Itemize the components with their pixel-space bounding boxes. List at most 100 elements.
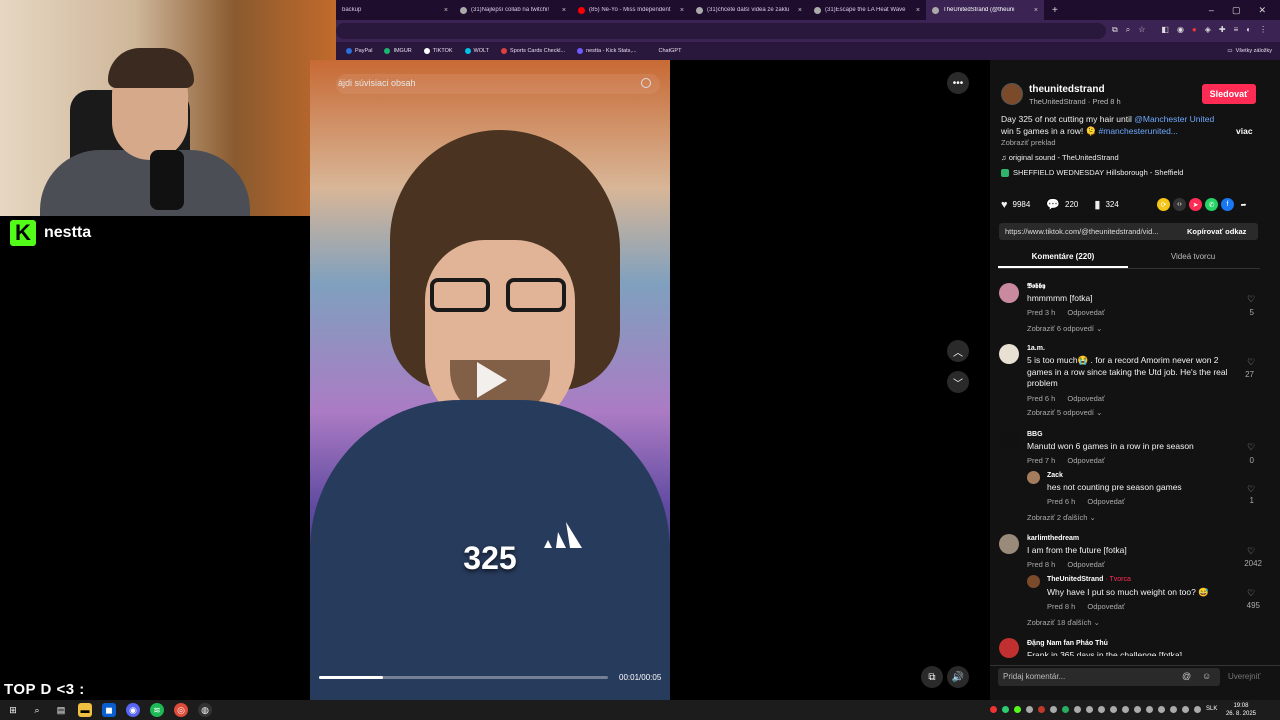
reply-user[interactable]: TheUnitedStrand · Tvorca [1047, 576, 1131, 583]
view-more-replies-button[interactable]: Zobraziť 18 ďalších ⌄ [1027, 618, 1100, 627]
whatsapp-icon[interactable]: ✆ [1205, 198, 1218, 211]
chrome-icon[interactable]: ◎ [174, 703, 188, 717]
reply-button[interactable]: Odpovedať [1087, 497, 1124, 506]
publish-button[interactable]: Uverejniť [1228, 672, 1260, 681]
browser-tab[interactable]: (31)Escape the LA Heat Wave × [808, 0, 926, 20]
bookmark[interactable]: TIKTOK [423, 48, 453, 54]
reply-button[interactable]: Odpovedať [1067, 560, 1104, 569]
heart-icon[interactable]: ♡ [1244, 357, 1258, 368]
tray-icon[interactable] [1074, 706, 1081, 713]
store-icon[interactable]: ◼ [102, 703, 116, 717]
search-icon[interactable] [641, 78, 651, 88]
post-link-url[interactable]: https://www.tiktok.com/@theunitedstrand/… [1005, 227, 1177, 236]
author-handle[interactable]: theunitedstrand [1029, 84, 1105, 95]
avatar[interactable] [1027, 471, 1040, 484]
close-icon[interactable]: × [798, 7, 802, 14]
like-button[interactable]: ♥ 9984 [1001, 199, 1030, 211]
puzzle-icon[interactable]: ✚ [1219, 25, 1226, 35]
heart-icon[interactable]: ♡ [1244, 546, 1258, 557]
extension-icon[interactable]: ◈ [1205, 25, 1211, 35]
browser-tab-active[interactable]: TheUnitedStrand (@theuni × [926, 0, 1044, 20]
reply-button[interactable]: Odpovedať [1087, 602, 1124, 611]
browser-tab[interactable]: (31)chcete další videa ze zaklu × [690, 0, 808, 20]
discord-icon[interactable]: ◉ [126, 703, 140, 717]
bookmark[interactable]: ChatGPT [659, 48, 682, 54]
file-explorer-icon[interactable]: ▬ [78, 703, 92, 717]
tray-icon[interactable] [1122, 706, 1129, 713]
comment-user[interactable]: 𝕭𝖔𝖇𝖇𝖞 [1027, 283, 1045, 291]
avatar[interactable] [999, 534, 1019, 554]
comment-user[interactable]: BBG [1027, 431, 1043, 438]
minimize-icon[interactable]: – [1209, 5, 1214, 16]
language-indicator[interactable]: SLK [1206, 706, 1217, 712]
new-tab-icon[interactable]: + [1052, 5, 1058, 16]
tray-icon[interactable] [1170, 706, 1177, 713]
star-icon[interactable]: ☆ [1138, 25, 1145, 35]
embed-icon[interactable]: ‹› [1173, 198, 1186, 211]
more-icon[interactable]: ⋮ [1259, 25, 1267, 35]
hashtag-link[interactable]: #manchesterunited... [1099, 126, 1178, 136]
wifi-icon[interactable] [1182, 706, 1189, 713]
task-view-icon[interactable]: ▤ [54, 703, 68, 717]
close-icon[interactable]: × [1034, 7, 1038, 14]
bookmark[interactable]: IMGUR [384, 48, 412, 54]
extension-icon[interactable]: ⧉ [1112, 25, 1118, 35]
avatar[interactable] [999, 344, 1019, 364]
close-icon[interactable]: × [916, 7, 920, 14]
bookmark[interactable]: Sports Cards Checkl... [501, 48, 565, 54]
more-options-button[interactable]: ••• [947, 72, 969, 94]
next-video-button[interactable]: ﹀ [947, 371, 969, 393]
bookmark[interactable]: WOLT [464, 48, 489, 54]
comment-user[interactable]: karlimthedream [1027, 535, 1079, 542]
tray-icon[interactable] [1086, 706, 1093, 713]
follow-button[interactable]: Sledovať [1202, 84, 1256, 104]
close-window-icon[interactable]: ✕ [1258, 5, 1266, 16]
video-player[interactable]: 325 [310, 60, 670, 700]
menu-icon[interactable]: ≡ [1234, 25, 1239, 35]
browser-tab[interactable]: (85) Ne-Yo - Miss Independent × [572, 0, 690, 20]
view-replies-button[interactable]: Zobraziť 6 odpovedí ⌄ [1027, 324, 1102, 333]
reply-user[interactable]: Zack [1047, 472, 1063, 479]
tray-icon[interactable] [1098, 706, 1105, 713]
tray-icon[interactable] [1050, 706, 1057, 713]
play-icon[interactable] [475, 360, 509, 400]
tray-icon[interactable] [990, 706, 997, 713]
music-link[interactable]: ♫ original sound - TheUnitedStrand [1001, 153, 1119, 162]
browser-tab[interactable]: (31)Najlepší collab na twitchi! × [454, 0, 572, 20]
maximize-icon[interactable]: ▢ [1232, 5, 1241, 16]
obs-icon[interactable]: ◍ [198, 703, 212, 717]
reply-button[interactable]: Odpovedať [1067, 308, 1104, 317]
tray-icon[interactable] [1110, 706, 1117, 713]
view-more-replies-button[interactable]: Zobraziť 2 ďalších ⌄ [1027, 513, 1096, 522]
comment-user[interactable]: Đặng Nam fan Pháo Thủ [1027, 640, 1108, 647]
tab-comments[interactable]: Komentáre (220) [998, 252, 1128, 261]
more-button[interactable]: viac [1236, 126, 1253, 136]
location-link[interactable]: SHEFFIELD WEDNESDAY Hillsborough - Sheff… [1001, 168, 1183, 177]
previous-video-button[interactable]: ︿ [947, 340, 969, 362]
send-icon[interactable]: ➤ [1189, 198, 1202, 211]
tab-creator-videos[interactable]: Videá tvorcu [1128, 252, 1258, 261]
video-progress-bar[interactable] [319, 676, 608, 679]
heart-icon[interactable]: ♡ [1244, 294, 1258, 305]
tray-icon[interactable] [1026, 706, 1033, 713]
volume-button[interactable]: 🔊 [947, 666, 969, 688]
tray-icon[interactable] [1134, 706, 1141, 713]
extension-icon[interactable]: ● [1192, 25, 1197, 35]
avatar[interactable] [1027, 575, 1040, 588]
save-button[interactable]: ▮ 324 [1094, 198, 1118, 211]
emoji-icon[interactable]: ☺ [1202, 671, 1211, 681]
mention-icon[interactable]: @ [1182, 671, 1191, 681]
facebook-icon[interactable]: f [1221, 198, 1234, 211]
bookmark[interactable]: nestta - Kick Stats,... [577, 48, 637, 54]
avatar[interactable] [999, 430, 1019, 450]
close-icon[interactable]: × [562, 7, 566, 14]
tray-icon[interactable] [1158, 706, 1165, 713]
all-bookmarks[interactable]: ▭ Všetky záložky [1227, 48, 1280, 54]
comment-user[interactable]: 1a.m. [1027, 345, 1045, 352]
close-icon[interactable]: × [680, 7, 684, 14]
heart-icon[interactable]: ♡ [1244, 484, 1258, 495]
copy-link-button[interactable]: Kopírovať odkaz [1187, 227, 1246, 236]
tray-icon[interactable] [1146, 706, 1153, 713]
translate-link[interactable]: Zobraziť preklad [1001, 138, 1056, 147]
author-avatar[interactable] [1001, 83, 1023, 105]
